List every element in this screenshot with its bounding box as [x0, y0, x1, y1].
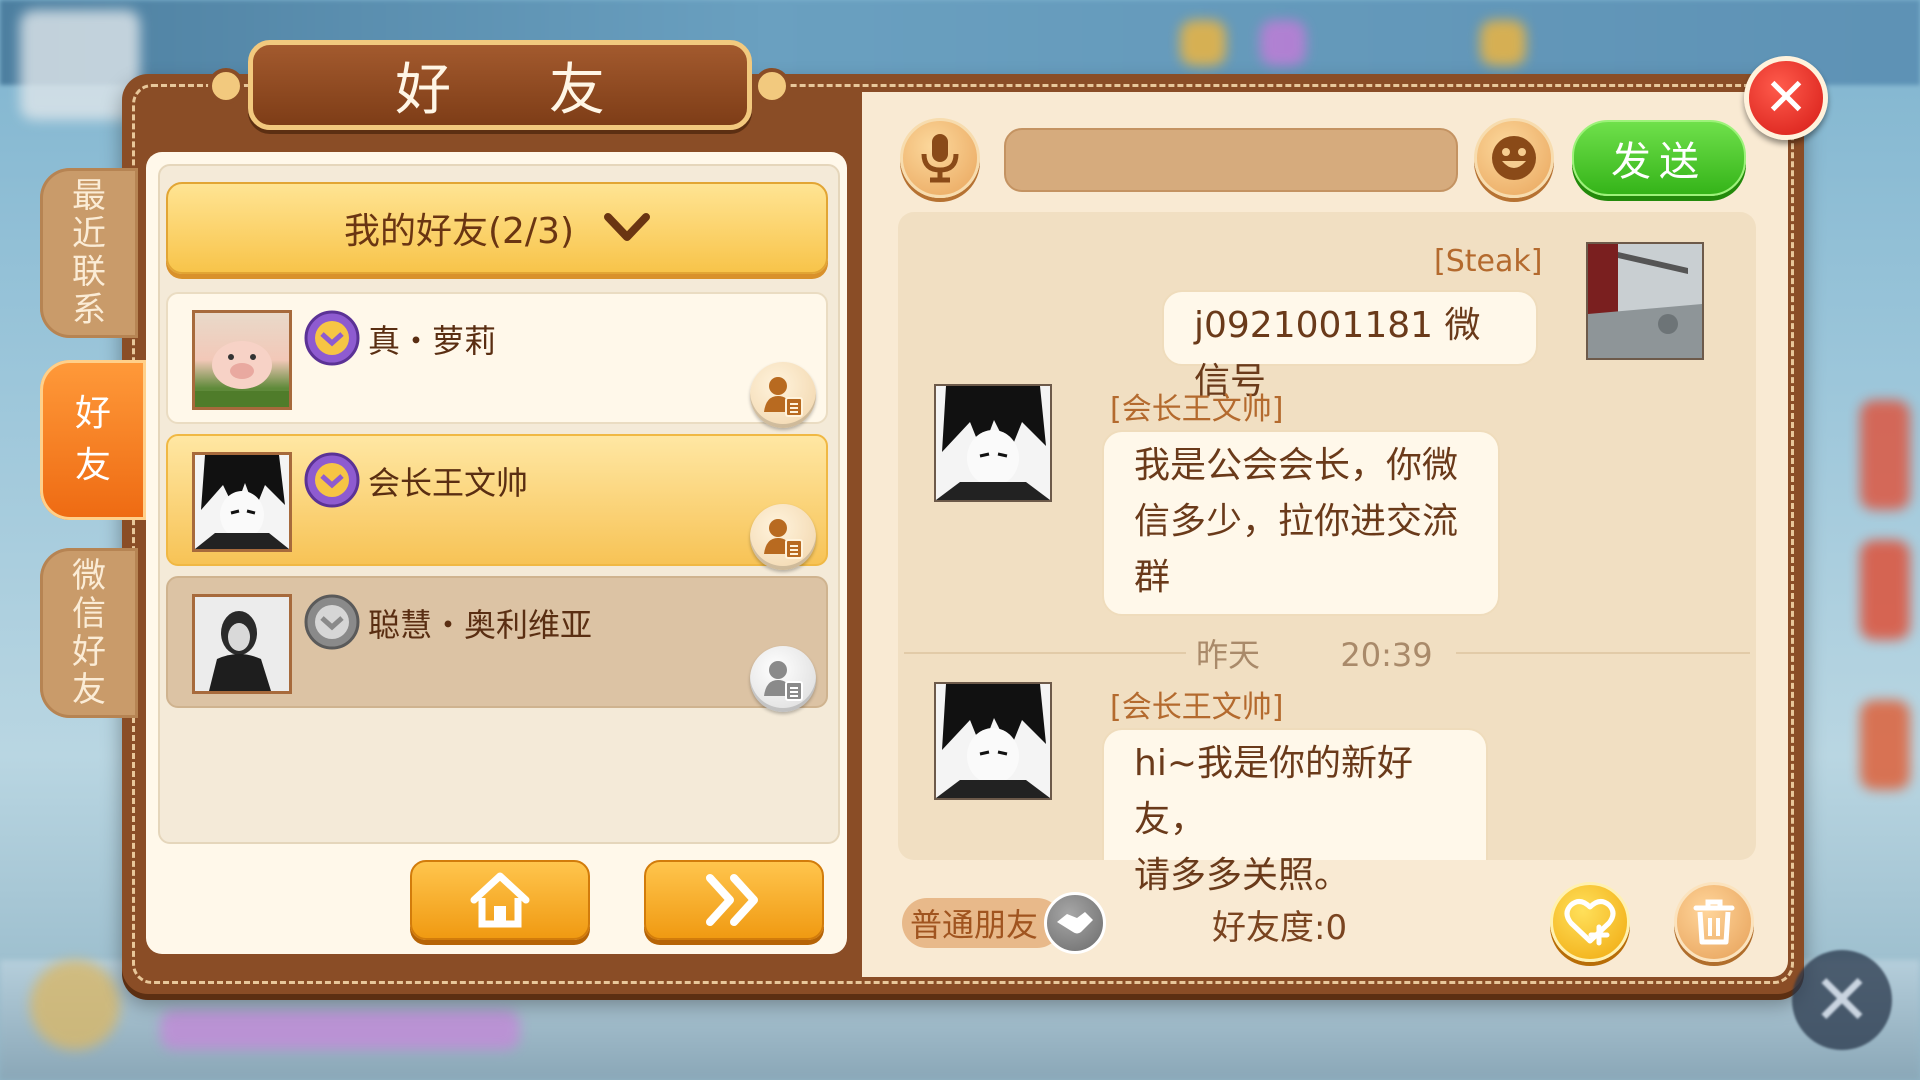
friend-avatar	[192, 594, 292, 694]
guild-badge-icon	[304, 452, 360, 508]
home-icon	[470, 872, 530, 928]
message-sender: [Steak]	[1434, 244, 1543, 279]
time-separator: 昨天 20:39	[1196, 630, 1433, 676]
friend-avatar	[192, 310, 292, 410]
next-page-button[interactable]	[644, 860, 824, 940]
background-decoration	[1860, 540, 1910, 640]
message-text-line: hi~我是你的新好友，	[1134, 743, 1413, 840]
window-title: 好 友	[248, 40, 752, 130]
message-text-line: 请多多关照。	[1134, 855, 1351, 896]
title-knob-right	[754, 68, 790, 104]
tab-recent-contacts[interactable]: 最近联系	[40, 168, 138, 338]
intimacy-value: 好友度:0	[1212, 908, 1348, 948]
background-text	[160, 1010, 520, 1050]
send-button[interactable]: 发送	[1572, 120, 1746, 196]
title-knob-left	[208, 68, 244, 104]
emoji-button[interactable]	[1474, 118, 1554, 198]
heart-add-icon	[1564, 899, 1616, 946]
message-text-line: 我是公会会长，你微	[1134, 445, 1459, 486]
guild-badge-icon	[304, 310, 360, 366]
chat-message-input[interactable]	[1004, 128, 1458, 192]
relation-label: 普通朋友	[910, 906, 1039, 944]
separator-line	[904, 652, 1186, 654]
friend-detail-button[interactable]	[750, 362, 816, 428]
message-bubble: 我是公会会长，你微 信多少，拉你进交流 群	[1102, 430, 1500, 616]
microphone-icon	[921, 134, 959, 183]
message-text-line: 群	[1134, 557, 1171, 598]
chevron-down-icon	[604, 213, 651, 241]
guild-badge-icon	[304, 594, 360, 650]
friend-detail-button[interactable]	[750, 504, 816, 570]
friend-chat-avatar	[934, 682, 1052, 800]
add-intimacy-button[interactable]	[1550, 882, 1630, 962]
home-button[interactable]	[410, 860, 590, 940]
friend-row-offline[interactable]: 聪慧・奥利维亚	[166, 576, 828, 712]
friend-group-label: 我的好友(2/3)	[343, 211, 575, 252]
delete-friend-button[interactable]	[1674, 882, 1754, 962]
background-avatar	[30, 960, 120, 1050]
friend-avatar	[192, 452, 292, 552]
message-bubble: j0921001181 微信号	[1162, 290, 1538, 402]
message-sender: [会长王文帅]	[1110, 392, 1284, 427]
message-bubble: hi~我是你的新好友， 请多多关照。	[1102, 728, 1488, 896]
friend-name: 会长王文帅	[368, 464, 529, 502]
tab-label: 好友	[75, 393, 112, 486]
friend-name: 聪慧・奥利维亚	[368, 606, 593, 644]
background-icon	[1260, 20, 1306, 66]
background-decoration	[1860, 700, 1910, 790]
friend-detail-icon	[764, 661, 803, 701]
background-decoration	[1860, 400, 1910, 510]
message-text-line: 信多少，拉你进交流	[1134, 501, 1459, 542]
handshake-icon	[1044, 892, 1106, 954]
tab-label: 最近联系	[72, 176, 106, 330]
separator-line	[1456, 652, 1750, 654]
close-icon: ✕	[1764, 68, 1808, 128]
friend-detail-icon	[764, 377, 803, 417]
emoji-icon	[1492, 136, 1536, 180]
time-separator-day: 昨天	[1196, 636, 1261, 674]
trash-icon	[1693, 899, 1735, 945]
friend-group-dropdown[interactable]: 我的好友(2/3)	[166, 182, 828, 274]
my-avatar	[1586, 242, 1704, 360]
background-icon	[1480, 20, 1526, 66]
friend-chat-avatar	[934, 384, 1052, 502]
message-sender: [会长王文帅]	[1110, 690, 1284, 725]
background-icon	[1180, 20, 1226, 66]
voice-button[interactable]	[900, 118, 980, 198]
close-button[interactable]: ✕	[1744, 56, 1828, 140]
tab-friends[interactable]: 好友	[40, 360, 146, 520]
time-separator-time: 20:39	[1340, 636, 1433, 674]
tab-label: 微信好友	[72, 556, 106, 710]
friend-detail-button[interactable]	[750, 646, 816, 712]
friend-name: 真・萝莉	[368, 322, 497, 360]
friend-row-selected[interactable]: 会长王文帅	[166, 434, 828, 570]
tab-wechat-friends[interactable]: 微信好友	[40, 548, 138, 718]
relation-tag: 普通朋友	[902, 898, 1062, 948]
friend-row[interactable]: 真・萝莉	[166, 292, 828, 428]
friend-detail-icon	[764, 519, 803, 559]
double-chevron-icon	[706, 874, 758, 926]
background-close-icon: ✕	[1792, 950, 1892, 1050]
